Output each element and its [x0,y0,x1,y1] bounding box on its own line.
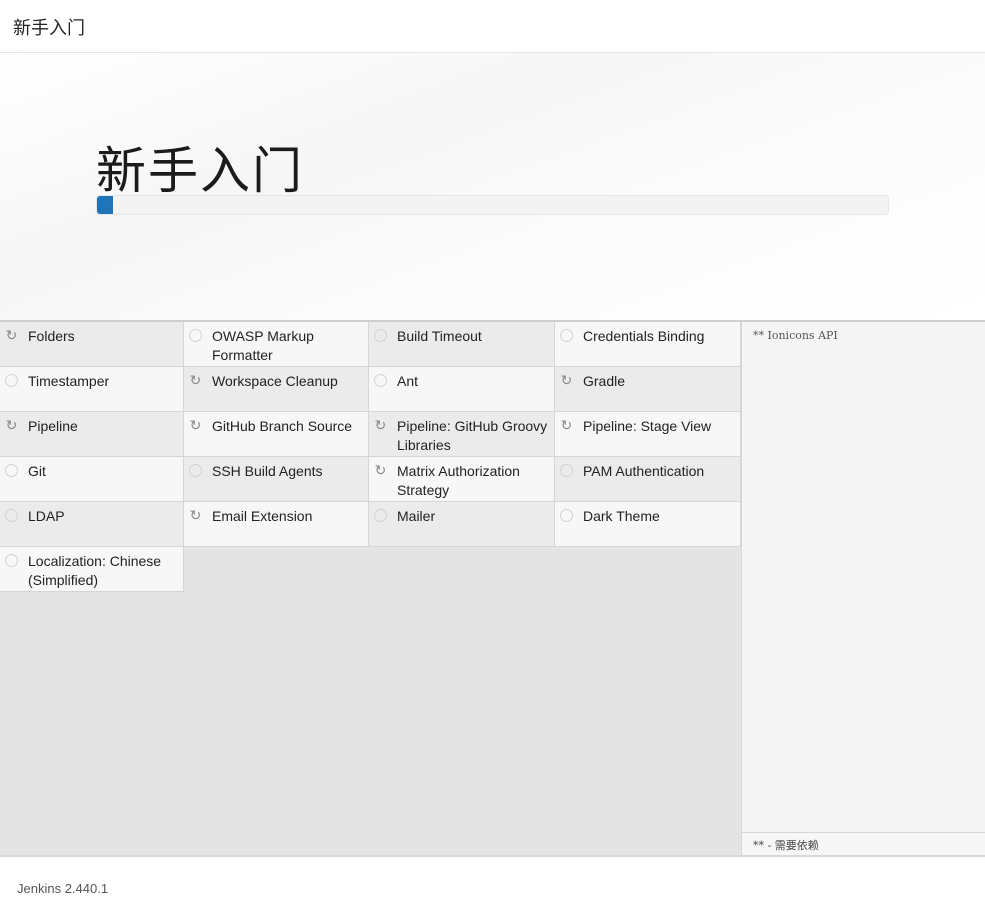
page-header-title: 新手入门 [13,18,85,39]
plugin-item[interactable]: OWASP Markup Formatter [184,322,369,367]
refresh-icon: ↻ [374,462,387,478]
plugin-item-label: Build Timeout [397,328,482,344]
hero-section: 新手入门 [0,53,985,320]
plugin-item-label: Pipeline: GitHub Groovy Libraries [397,418,548,453]
plugin-item[interactable]: ↻ GitHub Branch Source [184,412,369,457]
plugin-item[interactable]: Credentials Binding [555,322,741,367]
plugin-install-area: ↻ Folders OWASP Markup Formatter Build Time… [0,320,985,855]
circle-icon [560,509,573,522]
install-progress-bar [96,195,889,215]
plugin-item-label: Timestamper [28,373,110,389]
plugin-grid: ↻ Folders OWASP Markup Formatter Build Time… [0,322,741,592]
circle-icon [374,329,387,342]
install-log-panel: ** Ionicons API ** - 需要依赖 [741,322,985,855]
plugin-item-label: OWASP Markup Formatter [212,328,314,363]
plugin-item-label: Gradle [583,373,626,389]
plugin-item[interactable]: ↻ Workspace Cleanup [184,367,369,412]
plugin-item[interactable]: Ant [369,367,555,412]
plugin-item-label: Pipeline [28,418,78,434]
plugin-item-label: GitHub Branch Source [212,418,353,434]
plugin-item[interactable]: ↻ Folders [0,322,184,367]
circle-icon [189,464,202,477]
circle-icon [5,509,18,522]
plugin-item[interactable]: LDAP [0,502,184,547]
plugin-item-label: Folders [28,328,75,344]
plugin-item[interactable]: ↻ Pipeline [0,412,184,457]
plugin-item[interactable]: ↻ Email Extension [184,502,369,547]
plugin-item-label: LDAP [28,508,65,524]
plugin-item[interactable]: Localization: Chinese (Simplified) [0,547,184,592]
plugin-item-label: Email Extension [212,508,313,524]
refresh-icon: ↻ [5,327,18,343]
plugin-item[interactable]: SSH Build Agents [184,457,369,502]
top-bar: 新手入门 [0,0,985,53]
plugin-item-label: Dark Theme [583,508,660,524]
refresh-icon: ↻ [560,372,573,388]
plugin-item[interactable]: Dark Theme [555,502,741,547]
plugin-item[interactable]: PAM Authentication [555,457,741,502]
refresh-icon: ↻ [189,417,202,433]
jenkins-version: Jenkins 2.440.1 [17,881,109,896]
plugin-item-label: Matrix Authorization Strategy [397,463,520,498]
install-log-current: ** Ionicons API [753,329,838,342]
circle-icon [5,374,18,387]
plugin-item-label: Workspace Cleanup [212,373,338,389]
plugin-item[interactable]: Build Timeout [369,322,555,367]
plugin-item-label: Mailer [397,508,436,524]
plugin-item[interactable]: Git [0,457,184,502]
refresh-icon: ↻ [189,372,202,388]
plugin-item[interactable]: ↻ Gradle [555,367,741,412]
page-title: 新手入门 [96,142,304,200]
plugin-item-label: Pipeline: Stage View [583,418,712,434]
plugin-item-label: SSH Build Agents [212,463,323,479]
refresh-icon: ↻ [5,417,18,433]
refresh-icon: ↻ [374,417,387,433]
circle-icon [560,464,573,477]
plugin-item[interactable]: ↻ Pipeline: GitHub Groovy Libraries [369,412,555,457]
plugin-item-label: Ant [397,373,419,389]
circle-icon [374,374,387,387]
plugin-item-label: Git [28,463,46,479]
plugin-item[interactable]: Timestamper [0,367,184,412]
circle-icon [5,554,18,567]
install-progress-fill [97,196,113,214]
circle-icon [189,329,202,342]
plugin-item-label: Credentials Binding [583,328,705,344]
refresh-icon: ↻ [560,417,573,433]
circle-icon [5,464,18,477]
plugin-item-label: Localization: Chinese (Simplified) [28,553,162,588]
plugin-item-label: PAM Authentication [583,463,705,479]
circle-icon [560,329,573,342]
footer: Jenkins 2.440.1 [0,855,985,917]
plugin-item[interactable]: ↻ Matrix Authorization Strategy [369,457,555,502]
refresh-icon: ↻ [189,507,202,523]
plugin-item[interactable]: Mailer [369,502,555,547]
dependency-legend: ** - 需要依赖 [742,832,985,855]
circle-icon [374,509,387,522]
plugin-item[interactable]: ↻ Pipeline: Stage View [555,412,741,457]
